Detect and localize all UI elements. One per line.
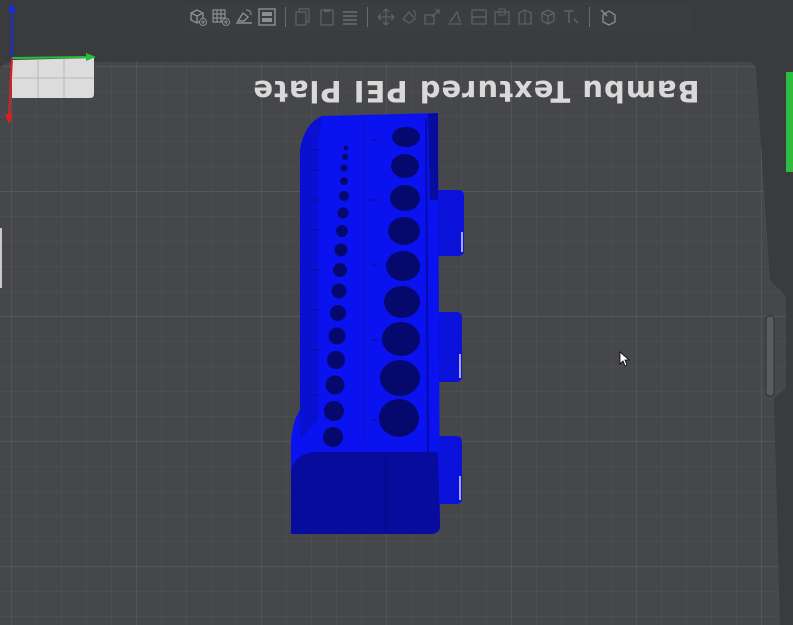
- cut-icon[interactable]: [468, 5, 490, 29]
- seam-paint-icon[interactable]: [514, 5, 536, 29]
- lay-on-face-icon[interactable]: [444, 5, 466, 29]
- measure-icon[interactable]: [560, 5, 582, 29]
- rotate-icon[interactable]: [398, 5, 420, 29]
- toolbar-divider: [589, 7, 590, 27]
- 3d-viewport[interactable]: Bambu Textured PEI Plate: [0, 0, 793, 625]
- assembly-view-icon[interactable]: [597, 5, 619, 29]
- plate-edge-marker: [786, 72, 793, 172]
- text-emboss-icon[interactable]: [537, 5, 559, 29]
- toolbar-divider: [367, 7, 369, 27]
- plate-logo-tile: [12, 58, 94, 98]
- mouse-pointer-icon: [619, 351, 630, 367]
- top-toolbar: [184, 3, 692, 31]
- copy-icon[interactable]: [292, 5, 314, 29]
- move-icon[interactable]: [375, 5, 397, 29]
- auto-orient-icon[interactable]: [233, 5, 255, 29]
- svg-text:Bambu Textured PEI Plate: Bambu Textured PEI Plate: [252, 74, 699, 108]
- layers-icon[interactable]: [339, 5, 361, 29]
- toolbar-divider: [284, 7, 286, 27]
- scale-icon[interactable]: [421, 5, 443, 29]
- add-plate-icon[interactable]: [210, 5, 232, 29]
- paste-icon[interactable]: [316, 5, 338, 29]
- plate-label: Bambu Textured PEI Plate: [252, 74, 699, 108]
- support-paint-icon[interactable]: [491, 5, 513, 29]
- add-object-icon[interactable]: [187, 5, 209, 29]
- arrange-icon[interactable]: [256, 5, 278, 29]
- drill-holder-model[interactable]: [291, 113, 464, 534]
